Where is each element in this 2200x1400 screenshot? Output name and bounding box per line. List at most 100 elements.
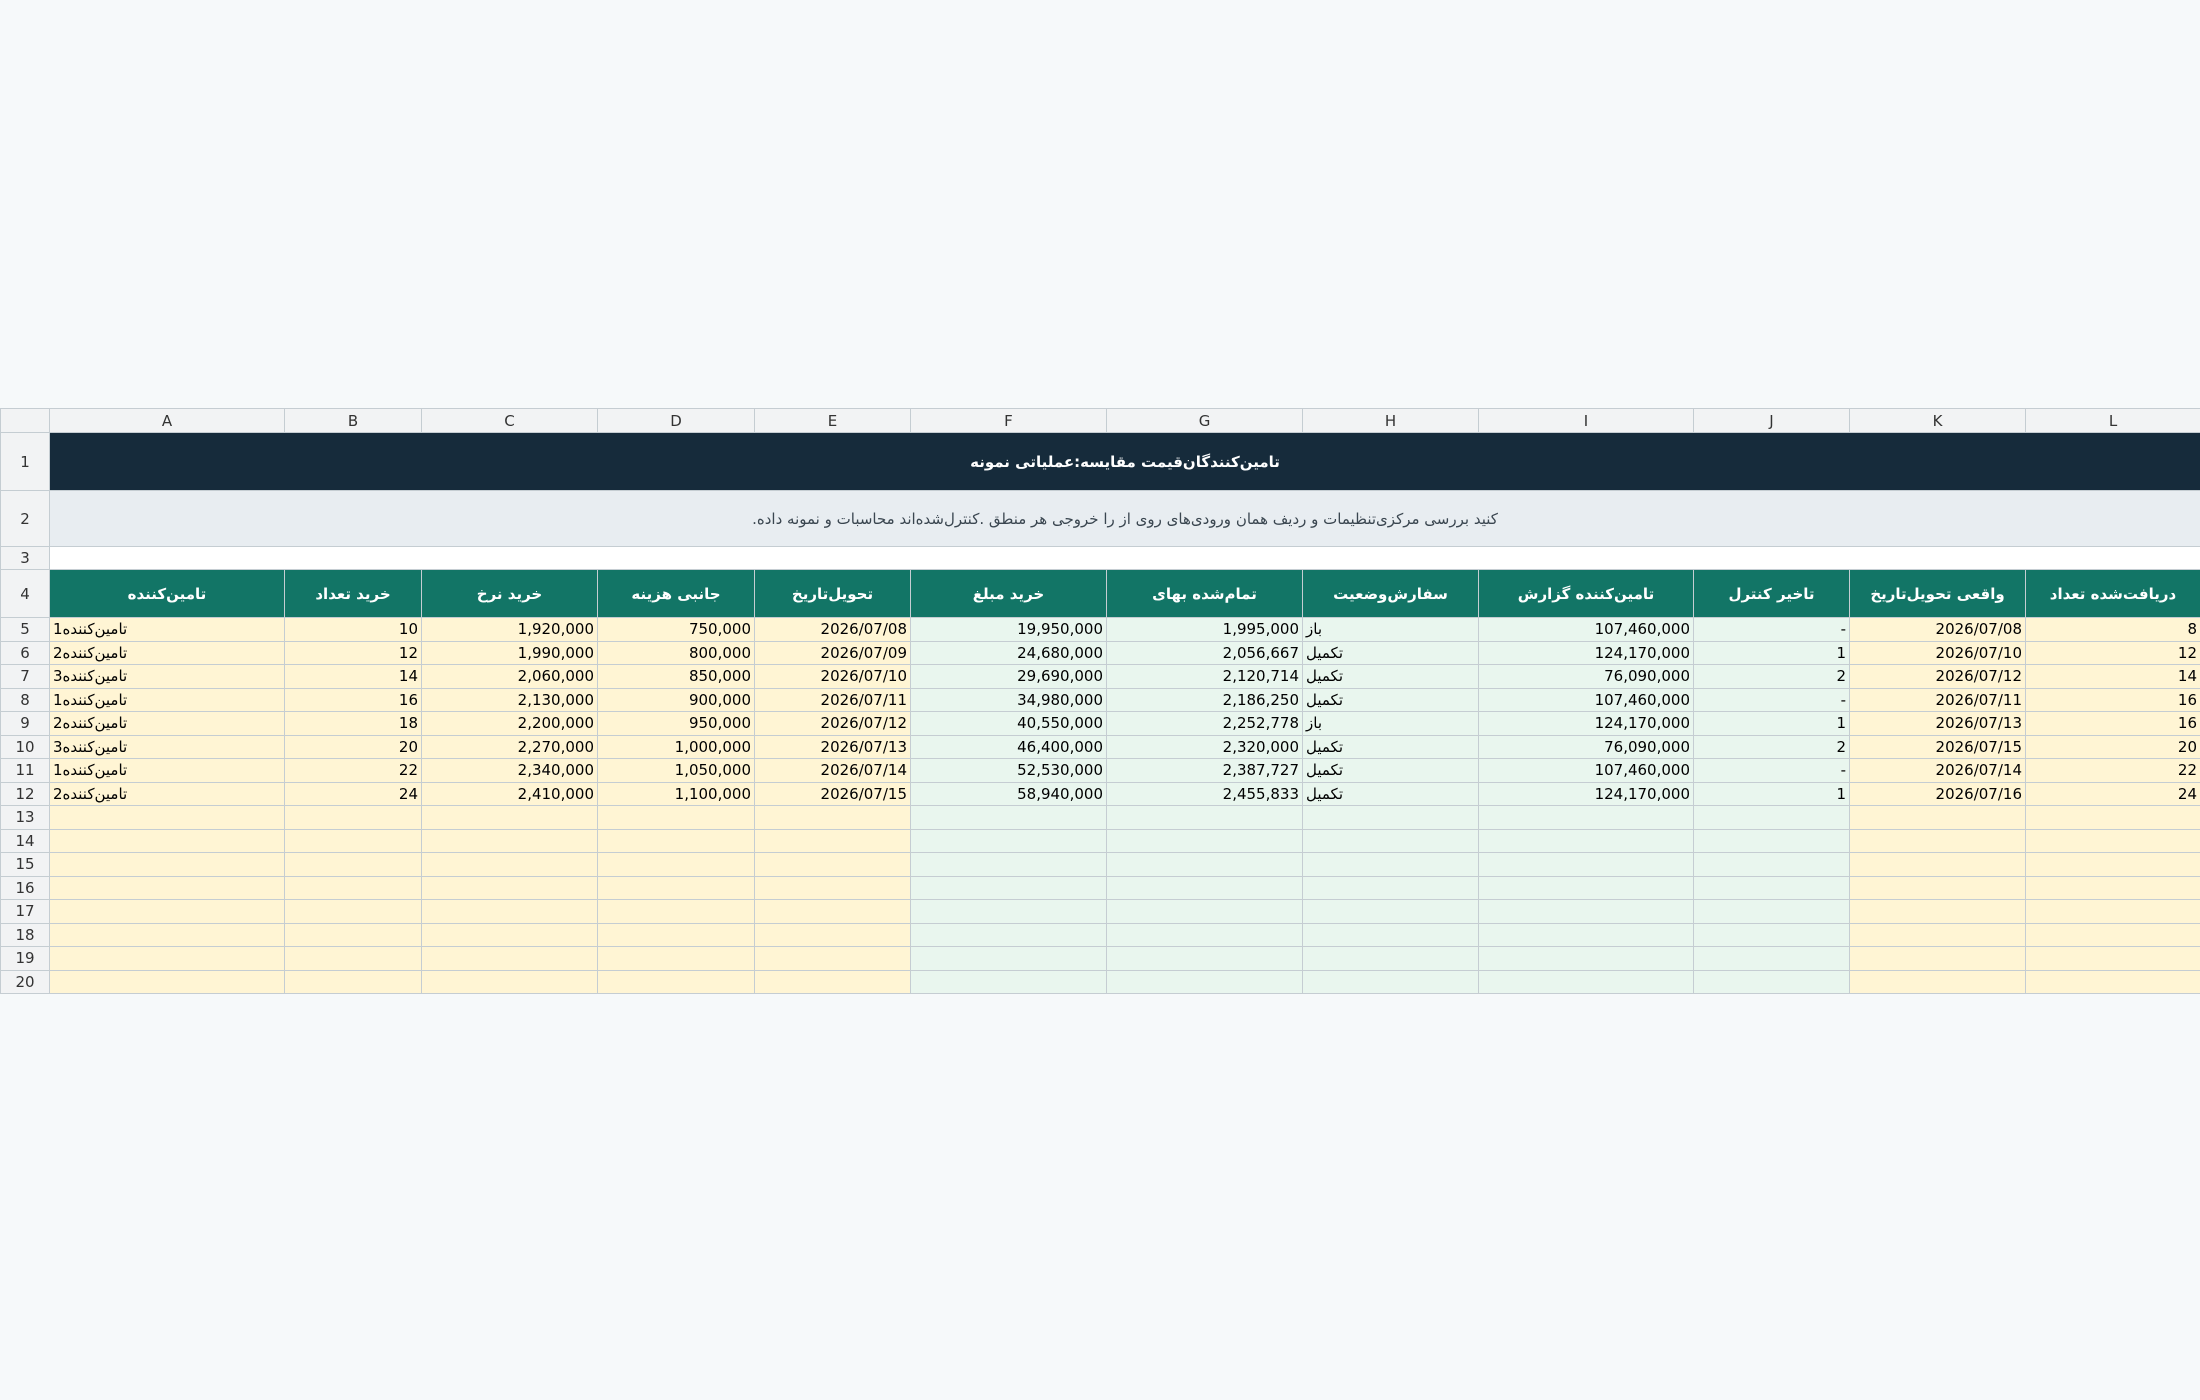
cell[interactable]: 2,186,250 — [1106, 687, 1303, 712]
cell[interactable]: - — [1693, 617, 1850, 642]
cell[interactable]: 10 — [284, 617, 422, 642]
cell[interactable] — [597, 946, 755, 971]
cell[interactable] — [910, 969, 1107, 994]
row-number[interactable]: 10 — [0, 734, 50, 759]
cell[interactable] — [1106, 922, 1303, 947]
cell[interactable] — [1693, 852, 1850, 877]
cell[interactable] — [421, 875, 598, 900]
cell[interactable] — [421, 805, 598, 830]
cell[interactable] — [1106, 828, 1303, 853]
cell[interactable]: 1,995,000 — [1106, 617, 1303, 642]
cell[interactable]: 2,387,727 — [1106, 758, 1303, 783]
cell[interactable] — [1849, 946, 2026, 971]
table-header-cell[interactable]: سفارش‌وضعیت — [1302, 569, 1479, 618]
row-number[interactable]: 8 — [0, 687, 50, 712]
cell[interactable] — [1478, 969, 1694, 994]
cell[interactable] — [597, 875, 755, 900]
row-number[interactable]: 12 — [0, 781, 50, 806]
cell[interactable]: 850,000 — [597, 664, 755, 689]
cell[interactable]: تکمیل — [1302, 758, 1479, 783]
row-number[interactable]: 20 — [0, 969, 50, 994]
cell[interactable] — [910, 805, 1107, 830]
cell[interactable] — [910, 828, 1107, 853]
cell[interactable]: 16 — [284, 687, 422, 712]
cell[interactable] — [1302, 875, 1479, 900]
cell[interactable] — [2025, 922, 2200, 947]
cell[interactable] — [1693, 828, 1850, 853]
cell[interactable] — [1478, 946, 1694, 971]
column-header-f[interactable]: F — [910, 408, 1107, 433]
cell[interactable]: 16 — [2025, 711, 2200, 736]
cell[interactable] — [754, 922, 911, 947]
cell[interactable] — [597, 805, 755, 830]
cell[interactable] — [2025, 899, 2200, 924]
cell[interactable]: 2,455,833 — [1106, 781, 1303, 806]
cell[interactable] — [1478, 805, 1694, 830]
cell[interactable]: 2,130,000 — [421, 687, 598, 712]
column-header-k[interactable]: K — [1849, 408, 2026, 433]
cell[interactable]: 76,090,000 — [1478, 664, 1694, 689]
cell[interactable] — [754, 852, 911, 877]
column-header-b[interactable]: B — [284, 408, 422, 433]
cell[interactable] — [421, 969, 598, 994]
cell[interactable] — [597, 922, 755, 947]
cell[interactable] — [421, 946, 598, 971]
cell[interactable]: 12 — [2025, 640, 2200, 665]
cell[interactable]: 2 — [1693, 664, 1850, 689]
cell[interactable] — [1849, 922, 2026, 947]
cell[interactable]: تامین‌کننده3 — [49, 734, 285, 759]
cell[interactable] — [1693, 805, 1850, 830]
cell[interactable] — [1693, 875, 1850, 900]
cell[interactable] — [1106, 805, 1303, 830]
cell[interactable]: - — [1693, 758, 1850, 783]
cell[interactable] — [1302, 899, 1479, 924]
cell[interactable]: 34,980,000 — [910, 687, 1107, 712]
cell[interactable] — [597, 899, 755, 924]
cell[interactable]: 2,252,778 — [1106, 711, 1303, 736]
cell[interactable] — [284, 828, 422, 853]
cell[interactable]: 52,530,000 — [910, 758, 1107, 783]
cell[interactable] — [284, 969, 422, 994]
table-header-cell[interactable]: تحویل‌تاریخ — [754, 569, 911, 618]
cell[interactable] — [284, 805, 422, 830]
column-header-d[interactable]: D — [597, 408, 755, 433]
row-number[interactable]: 14 — [0, 828, 50, 853]
cell[interactable] — [754, 875, 911, 900]
sheet-note[interactable]: .کنید بررسی مرکزی‌تنظیمات و ردیف همان ور… — [49, 490, 2200, 547]
cell[interactable] — [421, 852, 598, 877]
cell[interactable] — [1106, 946, 1303, 971]
cell[interactable] — [284, 899, 422, 924]
cell[interactable] — [49, 946, 285, 971]
cell[interactable] — [1302, 805, 1479, 830]
cell[interactable] — [910, 852, 1107, 877]
cell[interactable] — [1478, 899, 1694, 924]
cell[interactable] — [597, 852, 755, 877]
cell[interactable] — [2025, 969, 2200, 994]
cell[interactable]: 1,050,000 — [597, 758, 755, 783]
cell[interactable] — [1849, 828, 2026, 853]
cell[interactable] — [754, 899, 911, 924]
table-header-cell[interactable]: واقعی تحویل‌تاریخ — [1849, 569, 2026, 618]
cell[interactable] — [1693, 899, 1850, 924]
table-header-cell[interactable]: تمام‌شده بهای — [1106, 569, 1303, 618]
cell[interactable] — [597, 828, 755, 853]
cell[interactable] — [49, 828, 285, 853]
cell[interactable]: 19,950,000 — [910, 617, 1107, 642]
table-header-cell[interactable]: تامین‌کننده گزارش — [1478, 569, 1694, 618]
table-header-cell[interactable]: تاخیر کنترل — [1693, 569, 1850, 618]
cell[interactable] — [1849, 852, 2026, 877]
blank-cell[interactable] — [49, 546, 2200, 570]
cell[interactable] — [49, 852, 285, 877]
cell[interactable]: 2,320,000 — [1106, 734, 1303, 759]
cell[interactable]: تکمیل — [1302, 664, 1479, 689]
cell[interactable] — [1693, 922, 1850, 947]
cell[interactable] — [421, 922, 598, 947]
cell[interactable]: 2026/07/08 — [1849, 617, 2026, 642]
row-number[interactable]: 5 — [0, 617, 50, 642]
cell[interactable]: تامین‌کننده1 — [49, 687, 285, 712]
cell[interactable]: 124,170,000 — [1478, 781, 1694, 806]
cell[interactable] — [1849, 969, 2026, 994]
cell[interactable] — [1302, 969, 1479, 994]
table-header-cell[interactable]: جانبی هزینه — [597, 569, 755, 618]
cell[interactable]: 12 — [284, 640, 422, 665]
